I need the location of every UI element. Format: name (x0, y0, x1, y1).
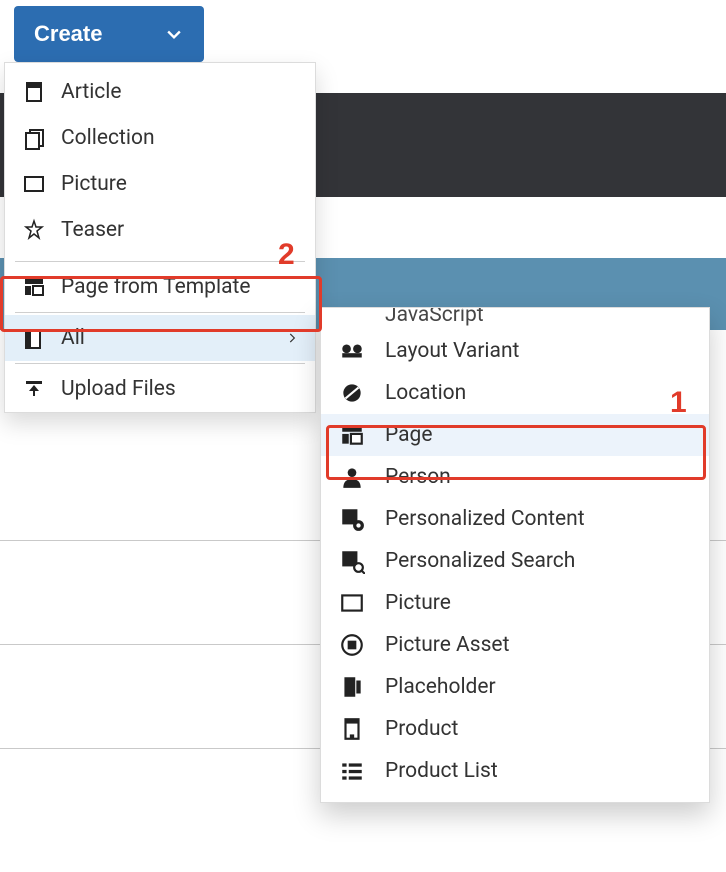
create-menu: Article Collection Picture Teaser Page f… (4, 62, 316, 413)
chevron-right-icon (285, 331, 299, 345)
location-icon (337, 380, 367, 406)
submenu-item-label: Picture (385, 591, 451, 615)
menu-item-label: Upload Files (61, 377, 176, 401)
personalized-content-icon (337, 506, 367, 532)
menu-item-picture[interactable]: Picture (5, 161, 315, 207)
submenu-item-person[interactable]: Person (321, 456, 709, 498)
picture-icon (337, 590, 367, 616)
page-icon (337, 422, 367, 448)
submenu-item-label: Personalized Search (385, 549, 575, 573)
submenu-item-javascript[interactable]: JavaScript (321, 308, 709, 330)
chevron-down-icon (164, 24, 184, 44)
submenu-item-label: Layout Variant (385, 339, 519, 363)
menu-item-all[interactable]: All (5, 315, 315, 361)
create-button[interactable]: Create (14, 6, 204, 62)
submenu-item-page[interactable]: Page (321, 414, 709, 456)
menu-item-label: Collection (61, 126, 155, 150)
article-icon (21, 79, 47, 105)
menu-item-label: Teaser (61, 218, 124, 242)
menu-item-collection[interactable]: Collection (5, 115, 315, 161)
picture-asset-icon (337, 632, 367, 658)
submenu-item-product[interactable]: Product (321, 708, 709, 750)
submenu-item-label: JavaScript (385, 308, 484, 327)
person-icon (337, 464, 367, 490)
menu-item-upload-files[interactable]: Upload Files (5, 366, 315, 412)
submenu-item-picture[interactable]: Picture (321, 582, 709, 624)
all-submenu: JavaScript Layout Variant Location Page … (320, 307, 710, 803)
submenu-item-label: Page (385, 423, 433, 447)
product-list-icon (337, 758, 367, 784)
menu-item-article[interactable]: Article (5, 69, 315, 115)
menu-item-label: Article (61, 80, 122, 104)
menu-item-label: Picture (61, 172, 127, 196)
teaser-icon (21, 217, 47, 243)
placeholder-icon (337, 674, 367, 700)
menu-item-page-from-template[interactable]: Page from Template (5, 264, 315, 310)
submenu-item-label: Product (385, 717, 458, 741)
picture-icon (21, 171, 47, 197)
upload-icon (21, 376, 47, 402)
submenu-item-picture-asset[interactable]: Picture Asset (321, 624, 709, 666)
page-template-icon (21, 274, 47, 300)
submenu-item-label: Location (385, 381, 466, 405)
menu-item-teaser[interactable]: Teaser (5, 207, 315, 253)
submenu-item-product-list[interactable]: Product List (321, 750, 709, 792)
submenu-item-location[interactable]: Location (321, 372, 709, 414)
submenu-item-personalized-search[interactable]: Personalized Search (321, 540, 709, 582)
submenu-item-personalized-content[interactable]: Personalized Content (321, 498, 709, 540)
submenu-item-label: Product List (385, 759, 498, 783)
create-button-label: Create (34, 21, 102, 47)
submenu-item-label: Picture Asset (385, 633, 509, 657)
submenu-item-label: Personalized Content (385, 507, 585, 531)
all-icon (21, 325, 47, 351)
submenu-item-layout-variant[interactable]: Layout Variant (321, 330, 709, 372)
menu-item-label: All (61, 326, 85, 350)
collection-icon (21, 125, 47, 151)
product-icon (337, 716, 367, 742)
submenu-item-placeholder[interactable]: Placeholder (321, 666, 709, 708)
submenu-item-label: Placeholder (385, 675, 496, 699)
menu-item-label: Page from Template (61, 275, 251, 299)
personalized-search-icon (337, 548, 367, 574)
submenu-item-label: Person (385, 465, 451, 489)
layout-variant-icon (337, 338, 367, 364)
